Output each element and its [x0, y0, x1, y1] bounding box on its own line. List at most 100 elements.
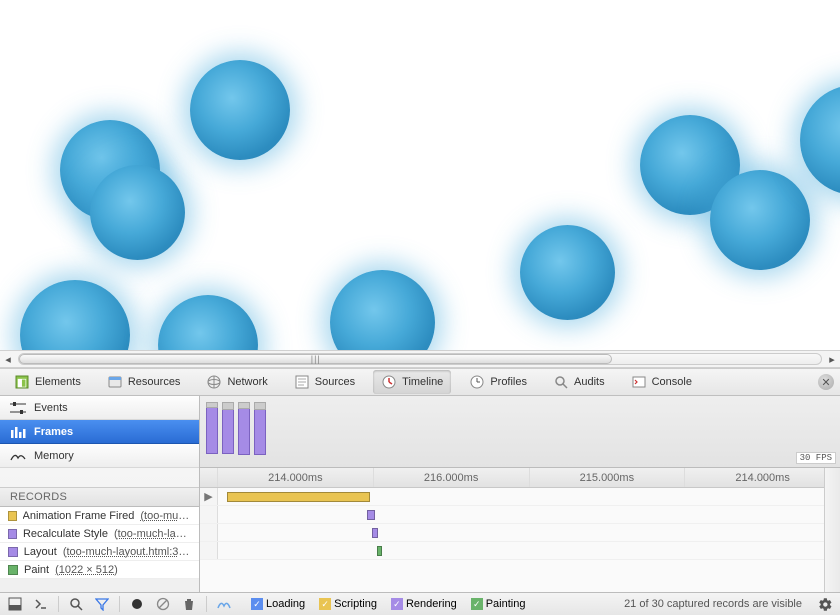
- fps-label: 30 FPS: [796, 452, 836, 464]
- tab-label: Timeline: [402, 376, 443, 388]
- legend-label: Loading: [266, 598, 305, 610]
- filter-icon[interactable]: [93, 595, 111, 613]
- tab-network[interactable]: Network: [198, 370, 275, 394]
- overview-bar: [222, 402, 234, 454]
- record-row[interactable]: Paint (1022 × 512): [0, 561, 199, 579]
- checkbox-icon[interactable]: ✓: [391, 598, 403, 610]
- bottom-toolbar: ✓Loading✓Scripting✓Rendering✓Painting 21…: [0, 592, 840, 615]
- record-row[interactable]: Animation Frame Fired (too-much-...: [0, 507, 199, 525]
- ball: [800, 85, 840, 195]
- gear-icon[interactable]: [816, 595, 834, 613]
- close-icon[interactable]: ✕: [818, 374, 834, 390]
- timeline-track: [218, 488, 840, 505]
- legend-label: Scripting: [334, 598, 377, 610]
- frames-icon: [10, 426, 26, 438]
- tab-label: Elements: [35, 376, 81, 388]
- color-swatch: [8, 529, 17, 539]
- timeline-track: [218, 542, 840, 559]
- tab-elements[interactable]: ◧ Elements: [6, 370, 89, 394]
- audits-icon: [553, 374, 569, 390]
- expand-icon: [200, 542, 218, 559]
- overview-bar: [238, 402, 250, 455]
- record-link[interactable]: (too-much-...: [140, 510, 191, 522]
- record-row[interactable]: Layout (too-much-layout.html:373): [0, 543, 199, 561]
- frames-overview[interactable]: 30 FPS: [200, 396, 840, 468]
- legend-item[interactable]: ✓Painting: [471, 598, 526, 610]
- record-icon[interactable]: [128, 595, 146, 613]
- timeline-row[interactable]: ▶: [200, 488, 840, 506]
- page-viewport: [0, 0, 840, 350]
- sources-icon: [294, 374, 310, 390]
- timeline-detail[interactable]: 214.000ms216.000ms215.000ms214.000ms ▶: [200, 468, 840, 592]
- expand-icon: [200, 506, 218, 523]
- memory-icon: [10, 450, 26, 462]
- timing-column: 216.000ms: [374, 468, 530, 487]
- legend-item[interactable]: ✓Scripting: [319, 598, 377, 610]
- record-link[interactable]: (1022 × 512): [55, 564, 118, 576]
- tab-timeline[interactable]: Timeline: [373, 370, 451, 394]
- timeline-track: [218, 524, 840, 541]
- checkbox-icon[interactable]: ✓: [319, 598, 331, 610]
- events-icon: [10, 402, 26, 414]
- clear-icon[interactable]: [154, 595, 172, 613]
- glue-icon[interactable]: [215, 595, 233, 613]
- scroll-track[interactable]: |||: [18, 353, 822, 365]
- sidebar-item-frames[interactable]: Frames: [0, 420, 199, 444]
- tab-sources[interactable]: Sources: [286, 370, 363, 394]
- tab-audits[interactable]: Audits: [545, 370, 613, 394]
- console-icon[interactable]: [32, 595, 50, 613]
- console-icon: [631, 374, 647, 390]
- garbage-icon[interactable]: [180, 595, 198, 613]
- elements-icon: ◧: [14, 374, 30, 390]
- tab-label: Console: [652, 376, 692, 388]
- dock-icon[interactable]: [6, 595, 24, 613]
- timeline-track: [218, 506, 840, 523]
- svg-text:◧: ◧: [17, 377, 27, 389]
- timing-column: 215.000ms: [530, 468, 686, 487]
- checkbox-icon[interactable]: ✓: [251, 598, 263, 610]
- timing-column: 214.000ms: [218, 468, 374, 487]
- expand-icon[interactable]: ▶: [200, 488, 218, 505]
- color-swatch: [8, 511, 17, 521]
- legend-label: Painting: [486, 598, 526, 610]
- sidebar-item-memory[interactable]: Memory: [0, 444, 199, 468]
- legend-item[interactable]: ✓Rendering: [391, 598, 457, 610]
- timeline-sidebar: EventsFramesMemory RECORDS Animation Fra…: [0, 396, 200, 592]
- records-header: RECORDS: [0, 487, 199, 507]
- search-icon[interactable]: [67, 595, 85, 613]
- legend-item[interactable]: ✓Loading: [251, 598, 305, 610]
- horizontal-scrollbar[interactable]: ◂ ||| ▸: [0, 350, 840, 368]
- timeline-bar[interactable]: [372, 528, 378, 538]
- timeline-row[interactable]: [200, 524, 840, 542]
- timing-column: 214.000ms: [685, 468, 840, 487]
- record-label: Paint: [24, 564, 49, 576]
- legend-label: Rendering: [406, 598, 457, 610]
- record-link[interactable]: (too-much-layout.html:373): [63, 546, 191, 558]
- timeline-bar[interactable]: [377, 546, 382, 556]
- overview-bar: [206, 402, 218, 454]
- sidebar-item-events[interactable]: Events: [0, 396, 199, 420]
- record-link[interactable]: (too-much-layou...: [114, 528, 191, 540]
- tab-label: Audits: [574, 376, 605, 388]
- scroll-grip-icon: |||: [311, 354, 321, 364]
- scroll-thumb[interactable]: |||: [19, 354, 612, 364]
- tab-console[interactable]: Console: [623, 370, 700, 394]
- scroll-left-arrow[interactable]: ◂: [0, 351, 16, 367]
- scroll-right-arrow[interactable]: ▸: [824, 351, 840, 367]
- checkbox-icon[interactable]: ✓: [471, 598, 483, 610]
- timing-header: 214.000ms216.000ms215.000ms214.000ms: [200, 468, 840, 488]
- timeline-row[interactable]: [200, 542, 840, 560]
- color-swatch: [8, 547, 18, 557]
- timeline-bar[interactable]: [367, 510, 374, 520]
- tab-label: Network: [227, 376, 267, 388]
- vertical-scrollbar[interactable]: [824, 468, 840, 592]
- tab-resources[interactable]: Resources: [99, 370, 189, 394]
- tab-profiles[interactable]: Profiles: [461, 370, 535, 394]
- color-swatch: [8, 565, 18, 575]
- record-row[interactable]: Recalculate Style (too-much-layou...: [0, 525, 199, 543]
- tab-label: Resources: [128, 376, 181, 388]
- timeline-row[interactable]: [200, 506, 840, 524]
- ball: [710, 170, 810, 270]
- timeline-bar[interactable]: [227, 492, 370, 502]
- record-label: Layout: [24, 546, 57, 558]
